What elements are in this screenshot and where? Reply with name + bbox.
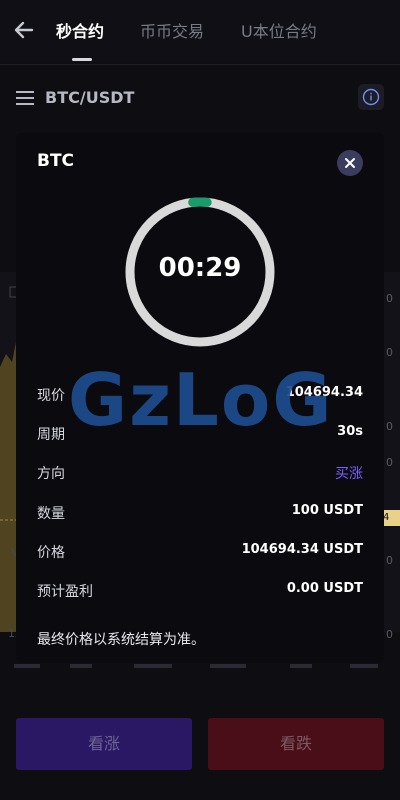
buy-down-button[interactable]: 看跌 <box>208 718 384 770</box>
divider <box>0 64 400 65</box>
side-tick: 0 <box>386 628 393 641</box>
row-label: 价格 <box>37 545 65 561</box>
row-label: 现价 <box>37 388 65 404</box>
back-arrow-icon[interactable] <box>12 16 36 44</box>
detail-row-price: 价格 104694.34 USDT <box>37 542 363 564</box>
info-icon <box>362 88 380 106</box>
side-tick: 0 <box>386 554 393 567</box>
active-tab-indicator <box>72 58 92 61</box>
info-button[interactable] <box>358 84 384 110</box>
row-value: 0.00 USDT <box>286 581 363 596</box>
settlement-note: 最终价格以系统结算为准。 <box>37 632 205 648</box>
countdown-text: 00:29 <box>158 253 242 283</box>
row-label: 数量 <box>37 506 65 522</box>
close-icon <box>345 158 355 168</box>
menu-icon[interactable] <box>16 90 34 106</box>
row-label: 周期 <box>37 427 65 443</box>
close-button[interactable] <box>337 150 363 176</box>
side-tick: 0 <box>386 346 393 359</box>
watermark-logo: GzLoG <box>68 358 334 442</box>
side-tick: 0 <box>386 456 393 469</box>
tab-usdt-futures[interactable]: U本位合约 <box>241 18 317 42</box>
row-label: 方向 <box>37 466 65 482</box>
detail-row-expected-profit: 预计盈利 0.00 USDT <box>37 581 363 603</box>
pair-title[interactable]: BTC/USDT <box>45 88 134 107</box>
buy-up-button[interactable]: 看涨 <box>16 718 192 770</box>
detail-row-quantity: 数量 100 USDT <box>37 503 363 525</box>
tab-spot-trading[interactable]: 币币交易 <box>140 18 204 42</box>
direction-value: 买涨 <box>335 466 363 482</box>
tab-second-contract[interactable]: 秒合约 <box>56 18 104 42</box>
side-tick: 0 <box>386 292 393 305</box>
row-value: 100 USDT <box>291 503 363 518</box>
top-bar: 秒合约 币币交易 U本位合约 <box>0 0 400 62</box>
row-value: 30s <box>337 424 363 439</box>
side-tick: 0 <box>386 420 393 433</box>
row-value: 104694.34 USDT <box>241 542 363 557</box>
modal-title: BTC <box>37 151 75 171</box>
row-label: 预计盈利 <box>37 584 93 600</box>
detail-row-direction: 方向 买涨 <box>37 463 363 485</box>
